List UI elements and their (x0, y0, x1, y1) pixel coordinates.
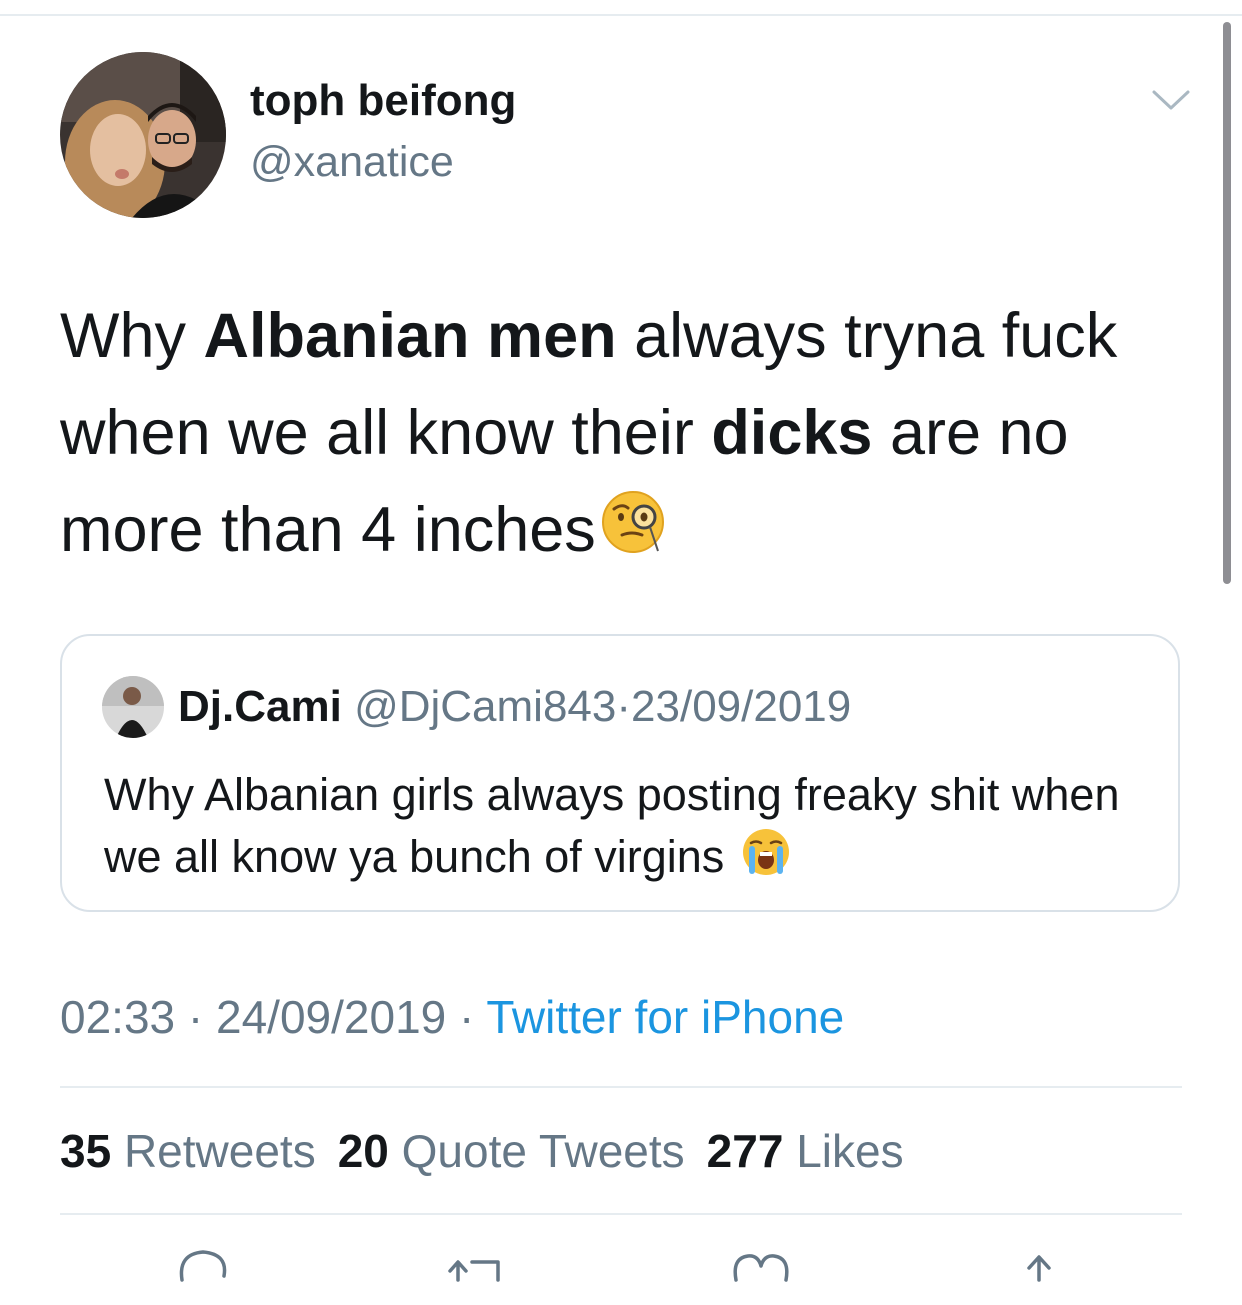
quote-text: Why Albanian girls always posting freaky… (104, 764, 1144, 893)
face-with-monocle-icon (600, 486, 666, 583)
stats-top-divider (60, 1086, 1182, 1088)
tweet-text-bold: Albanian men (203, 301, 617, 371)
quote-author-handle: @DjCami843 (354, 682, 617, 731)
quote-text-body: Why Albanian girls always posting freaky… (104, 769, 1120, 882)
stats-bottom-divider (60, 1213, 1182, 1215)
meta-separator: · (459, 991, 475, 1043)
author-avatar[interactable] (60, 52, 226, 218)
quote-tweets-stat[interactable]: 20 Quote Tweets (338, 1125, 685, 1177)
quote-tweets-label: Quote Tweets (401, 1125, 685, 1177)
quote-separator: · (616, 682, 632, 731)
tweet-source-link[interactable]: Twitter for iPhone (486, 991, 844, 1043)
likes-count: 277 (706, 1125, 784, 1177)
action-bar (0, 1240, 1242, 1282)
quoted-tweet-card[interactable]: Dj.Cami @DjCami843·23/09/2019 Why Albani… (60, 634, 1180, 912)
likes-label: Likes (796, 1125, 904, 1177)
tweet-text: Why Albanian men always tryna fuck when … (60, 288, 1190, 583)
quote-author-name: Dj.Cami (178, 682, 342, 731)
quote-tweets-count: 20 (337, 1125, 389, 1177)
retweets-stat[interactable]: 35 Retweets (60, 1125, 316, 1177)
like-icon[interactable] (726, 1240, 796, 1300)
retweets-count: 35 (60, 1125, 112, 1177)
tweet-meta: 02:33 · 24/09/2019 · Twitter for iPhone (60, 990, 844, 1044)
meta-separator: · (187, 991, 204, 1043)
tweet-text-bold: dicks (711, 398, 873, 468)
author-name[interactable]: toph beifong (250, 76, 516, 126)
likes-stat[interactable]: 277 Likes (707, 1125, 904, 1177)
tweet-date: 24/09/2019 (216, 991, 447, 1043)
retweet-icon[interactable] (442, 1240, 512, 1300)
quote-author-avatar (102, 676, 164, 738)
reply-icon[interactable] (168, 1240, 238, 1300)
chevron-down-icon[interactable] (1150, 80, 1192, 122)
author-handle[interactable]: @xanatice (250, 138, 454, 187)
top-divider (0, 14, 1242, 16)
tweet-time: 02:33 (60, 991, 176, 1043)
quote-header: Dj.Cami @DjCami843·23/09/2019 (178, 682, 851, 732)
scrollbar[interactable] (1223, 22, 1231, 584)
tweet-text-part: Why (60, 301, 204, 371)
retweets-label: Retweets (123, 1125, 316, 1177)
loudly-crying-face-icon (741, 827, 791, 893)
quote-date: 23/09/2019 (631, 682, 852, 731)
share-icon[interactable] (1004, 1240, 1074, 1300)
tweet-stats: 35 Retweets 20 Quote Tweets 277 Likes (60, 1124, 926, 1178)
